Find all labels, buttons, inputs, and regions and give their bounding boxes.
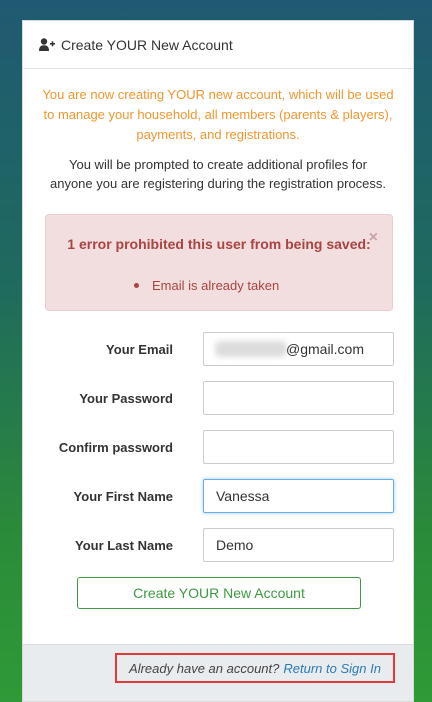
bullet-icon [134,283,139,288]
last-name-row: Your Last Name [23,528,415,562]
error-message: Email is already taken [152,278,280,293]
email-label: Your Email [106,342,173,357]
password-field[interactable] [203,381,394,415]
last-name-field[interactable] [203,528,394,562]
create-account-button[interactable]: Create YOUR New Account [77,577,361,609]
intro-orange-text: You are now creating YOUR new account, w… [42,87,394,142]
confirm-password-row: Confirm password [23,430,415,464]
error-alert: 1 error prohibited this user from being … [45,214,393,311]
sign-in-prompt-text: Already have an account? [129,660,280,676]
intro-dark-text: You will be prompted to create additiona… [49,157,387,191]
first-name-row: Your First Name [23,479,415,513]
password-label: Your Password [79,391,173,406]
sign-in-prompt: Already have an account? Return to Sign … [115,653,395,683]
email-visible-text: @gmail.com [286,341,365,357]
user-plus-icon [39,38,55,51]
return-to-sign-in-link[interactable]: Return to Sign In [283,661,381,676]
first-name-field[interactable] [203,479,394,513]
panel-footer: Already have an account? Return to Sign … [23,644,413,701]
first-name-label: Your First Name [73,489,173,504]
last-name-label: Your Last Name [74,538,173,553]
error-list-item: Email is already taken [134,278,279,293]
panel-header: Create YOUR New Account [23,21,413,69]
create-account-panel: Create YOUR New Account You are now crea… [22,20,414,702]
confirm-password-label: Confirm password [58,440,173,455]
email-row: Your Email @gmail.com [23,332,415,366]
confirm-password-field[interactable] [203,430,394,464]
close-icon[interactable]: × [369,229,378,247]
password-row: Your Password [23,381,415,415]
error-alert-title: 1 error prohibited this user from being … [67,236,371,252]
page-title: Create YOUR New Account [61,36,233,53]
redacted-email-blur [215,341,287,357]
